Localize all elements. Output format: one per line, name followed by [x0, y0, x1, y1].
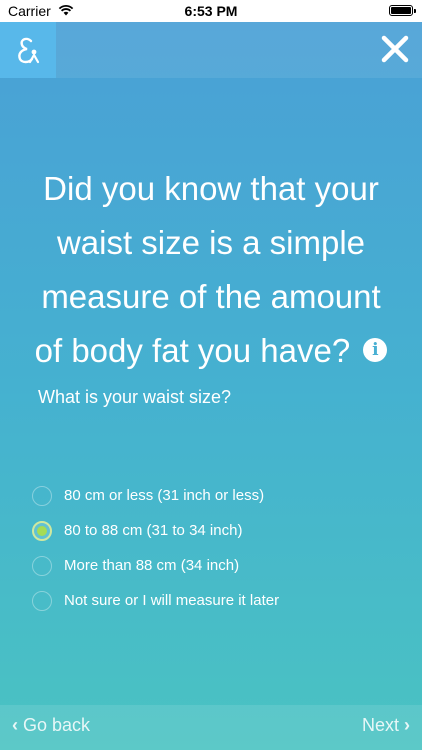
close-button[interactable] — [366, 22, 422, 78]
option-not-sure[interactable]: Not sure or I will measure it later — [32, 589, 392, 624]
next-button[interactable]: Next › — [362, 715, 410, 736]
info-icon[interactable]: i — [363, 338, 388, 363]
close-icon — [381, 35, 409, 63]
back-label: Go back — [23, 715, 91, 735]
option-80-or-less[interactable]: 80 cm or less (31 inch or less) — [32, 484, 392, 519]
app-logo-button[interactable] — [0, 22, 56, 78]
option-label: 80 cm or less (31 inch or less) — [64, 487, 265, 504]
chevron-left-icon: ‹ — [12, 715, 18, 735]
radio-button[interactable] — [32, 556, 52, 576]
back-button[interactable]: ‹ Go back — [12, 715, 90, 736]
option-more-than-88[interactable]: More than 88 cm (34 inch) — [32, 554, 392, 589]
question-text: Did you know that your waist size is a s… — [34, 170, 381, 369]
option-label: 80 to 88 cm (31 to 34 inch) — [64, 522, 243, 539]
bottom-nav-bar: ‹ Go back Next › — [0, 705, 422, 750]
survey-screen: Did you know that your waist size is a s… — [0, 22, 422, 750]
question-heading: Did you know that your waist size is a s… — [28, 162, 394, 378]
radio-button[interactable] — [32, 486, 52, 506]
option-80-to-88[interactable]: 80 to 88 cm (31 to 34 inch) — [32, 519, 392, 554]
chevron-right-icon: › — [404, 715, 410, 735]
option-label: More than 88 cm (34 inch) — [64, 557, 240, 574]
waist-size-options: 80 cm or less (31 inch or less) 80 to 88… — [32, 484, 392, 624]
sub-question: What is your waist size? — [38, 387, 232, 407]
next-label: Next — [361, 715, 399, 735]
battery-icon — [389, 5, 416, 16]
radio-button[interactable] — [32, 591, 52, 611]
top-bar — [0, 22, 422, 78]
status-bar: Carrier 6:53 PM — [0, 0, 422, 22]
radio-button-selected[interactable] — [32, 521, 52, 541]
clock: 6:53 PM — [184, 3, 238, 19]
ampersand-person-icon — [18, 37, 40, 64]
option-label: Not sure or I will measure it later — [64, 592, 280, 609]
